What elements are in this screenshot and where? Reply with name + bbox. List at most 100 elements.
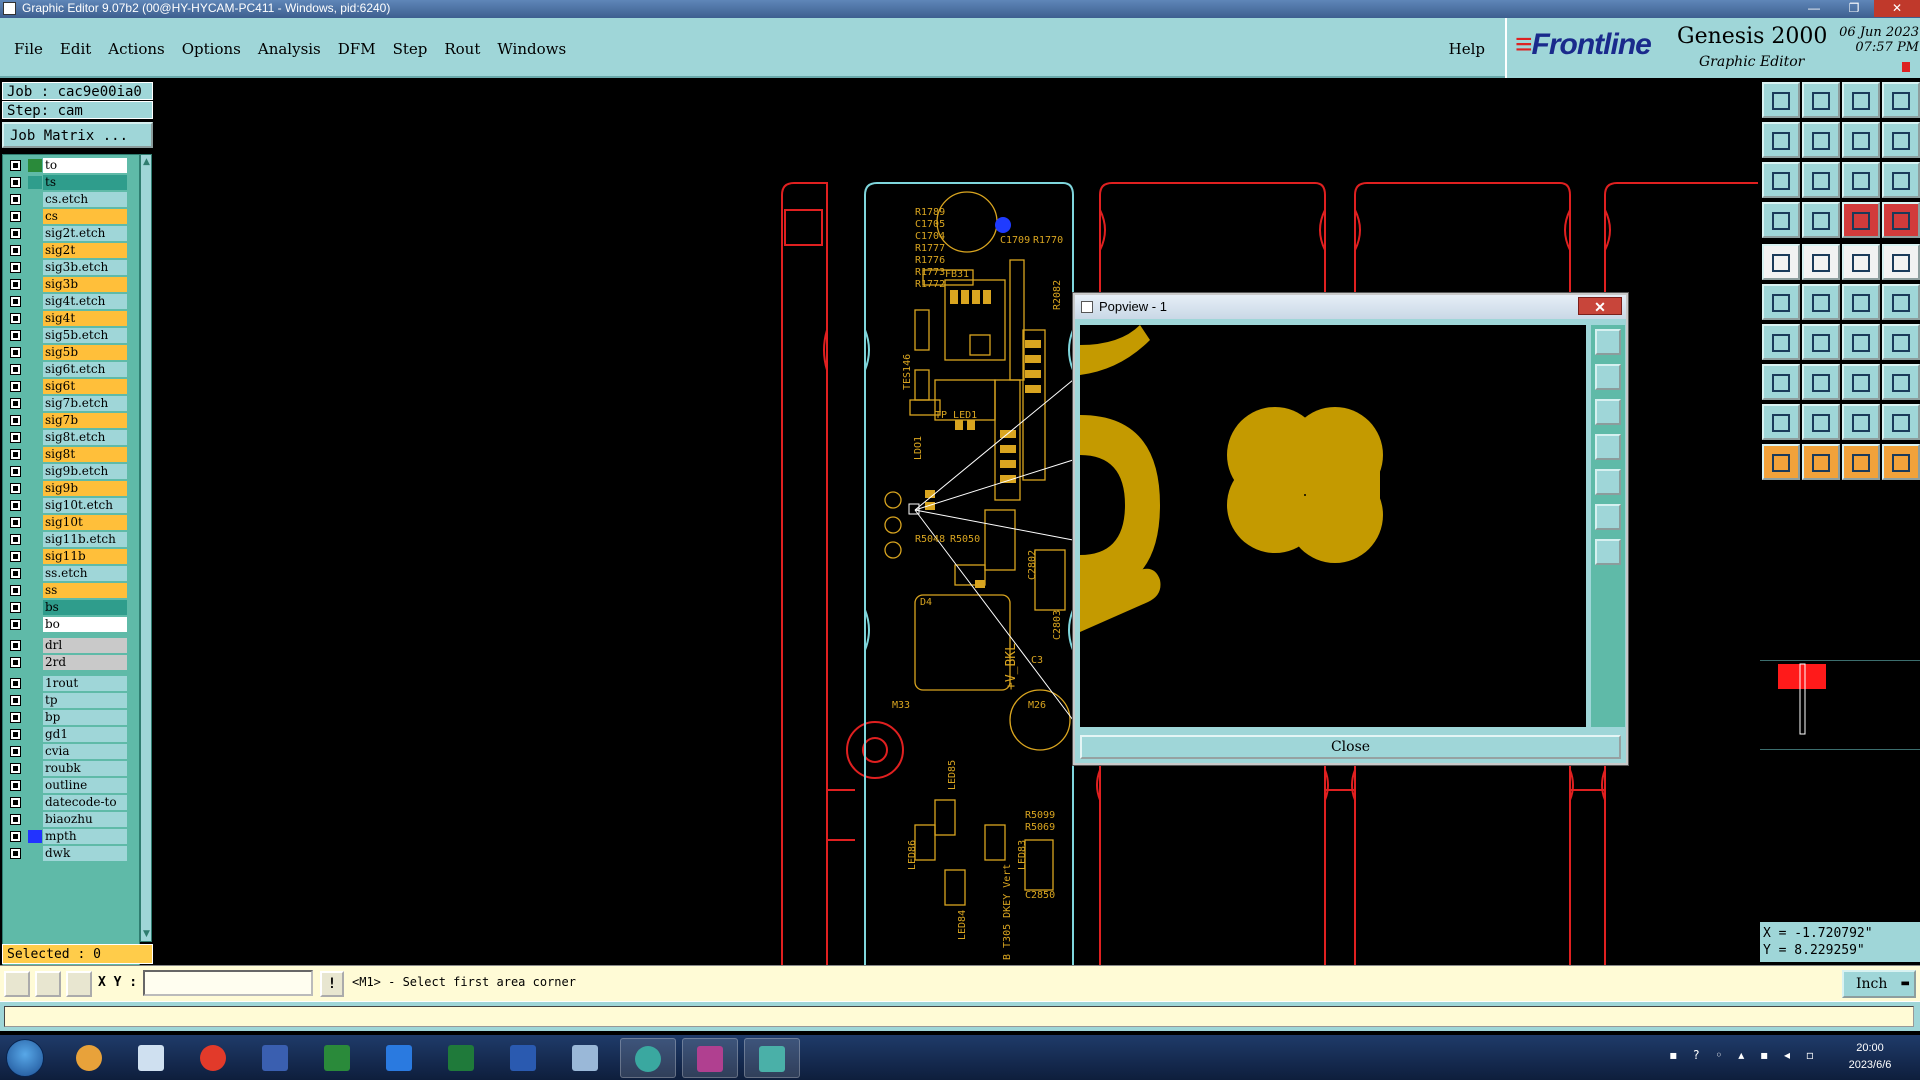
layer-name[interactable]: bo	[43, 617, 127, 632]
layer-name[interactable]: 2rd	[43, 655, 127, 670]
taskbar-clock[interactable]: 20:00 2023/6/6	[1830, 1040, 1910, 1074]
taskbar-app-4-icon[interactable]	[248, 1038, 304, 1078]
layer-checkbox[interactable]	[10, 568, 21, 579]
feature-icon[interactable]	[1762, 244, 1800, 280]
layer-name[interactable]: sig6t.etch	[43, 362, 127, 377]
taskbar-app-2-icon[interactable]	[124, 1038, 180, 1078]
popview-tool-5-icon[interactable]	[1595, 469, 1621, 495]
taskbar-genesis-icon[interactable]	[682, 1038, 738, 1078]
net-icon[interactable]	[1762, 364, 1800, 400]
layer-row[interactable]: sig8t.etch	[3, 429, 139, 446]
layer-checkbox[interactable]	[10, 160, 21, 171]
info-button[interactable]: !	[320, 971, 344, 997]
slash-icon[interactable]	[1802, 324, 1840, 360]
overview-map[interactable]	[1760, 660, 1920, 750]
layer-row[interactable]: sig7b.etch	[3, 395, 139, 412]
layer-top-icon[interactable]	[1842, 202, 1880, 238]
taskbar-app-6-icon[interactable]	[372, 1038, 428, 1078]
layer-checkbox[interactable]	[10, 313, 21, 324]
layer-row[interactable]: to	[3, 157, 139, 174]
help-icon[interactable]	[1882, 162, 1920, 198]
popview-titlebar[interactable]: Popview - 1	[1075, 295, 1626, 319]
scroll-down-icon[interactable]: ▼	[142, 929, 151, 939]
layer-checkbox[interactable]	[10, 415, 21, 426]
layer-checkbox[interactable]	[10, 347, 21, 358]
layer-name[interactable]: sig10t.etch	[43, 498, 127, 513]
layer-checkbox[interactable]	[10, 296, 21, 307]
layer-name[interactable]: roubk	[43, 761, 127, 776]
layer-row[interactable]: sig5b	[3, 344, 139, 361]
popview-tool-4-icon[interactable]	[1595, 434, 1621, 460]
layer-row[interactable]: sig11b.etch	[3, 531, 139, 548]
connect-icon[interactable]	[1762, 284, 1800, 320]
layer-row[interactable]: sig11b	[3, 548, 139, 565]
layer-name[interactable]: sig9b.etch	[43, 464, 127, 479]
layer-row[interactable]: cs	[3, 208, 139, 225]
layer-checkbox[interactable]	[10, 177, 21, 188]
layer-name[interactable]: bs	[43, 600, 127, 615]
layer-checkbox[interactable]	[10, 517, 21, 528]
layer-row[interactable]: sig5b.etch	[3, 327, 139, 344]
popview-canvas[interactable]	[1080, 325, 1586, 727]
layer-list-scrollbar[interactable]: ▲ ▼	[140, 154, 152, 942]
home-icon[interactable]	[1842, 82, 1880, 118]
next-icon[interactable]	[1802, 122, 1840, 158]
layer-row[interactable]: gd1	[3, 726, 139, 743]
save-icon[interactable]	[1802, 82, 1840, 118]
taskbar-excel-icon[interactable]	[434, 1038, 490, 1078]
triangle-icon[interactable]	[1762, 404, 1800, 440]
popview-tool-2-icon[interactable]	[1595, 364, 1621, 390]
layer-checkbox[interactable]	[10, 364, 21, 375]
menu-actions[interactable]: Actions	[108, 40, 164, 58]
pad-icon[interactable]	[1882, 244, 1920, 280]
measure-icon[interactable]	[1842, 364, 1880, 400]
start-button-icon[interactable]	[6, 1039, 44, 1077]
layer-checkbox[interactable]	[10, 763, 21, 774]
move-icon[interactable]	[1842, 284, 1880, 320]
layer-checkbox[interactable]	[10, 398, 21, 409]
minimize-icon[interactable]: —	[1794, 0, 1834, 17]
copy-icon[interactable]	[1882, 364, 1920, 400]
menu-options[interactable]: Options	[182, 40, 241, 58]
close-icon[interactable]: ✕	[1874, 0, 1920, 17]
layer-row[interactable]: outline	[3, 777, 139, 794]
zoom-home-icon[interactable]	[1802, 162, 1840, 198]
redo-icon[interactable]	[1882, 122, 1920, 158]
menu-help[interactable]: Help	[1449, 40, 1485, 58]
measure-mode-icon[interactable]	[35, 971, 61, 997]
layer-row[interactable]: sig9b	[3, 480, 139, 497]
taskbar-app-9-icon[interactable]	[558, 1038, 614, 1078]
layer-row[interactable]: sig2t.etch	[3, 225, 139, 242]
select-icon[interactable]	[1802, 244, 1840, 280]
layer-checkbox[interactable]	[10, 712, 21, 723]
layer-checkbox[interactable]	[10, 678, 21, 689]
layer-name[interactable]: ss	[43, 583, 127, 598]
unit-select[interactable]: Inch ▬	[1842, 970, 1916, 998]
layer-row[interactable]: dwk	[3, 845, 139, 862]
layer-checkbox[interactable]	[10, 245, 21, 256]
popview-tool-3-icon[interactable]	[1595, 399, 1621, 425]
layer-checkbox[interactable]	[10, 619, 21, 630]
layer-name[interactable]: sig4t	[43, 311, 127, 326]
layer-checkbox[interactable]	[10, 279, 21, 290]
split-icon[interactable]	[1882, 324, 1920, 360]
layer-name[interactable]: sig2t	[43, 243, 127, 258]
layer-name[interactable]: sig3b.etch	[43, 260, 127, 275]
layer-name[interactable]: sig8t.etch	[43, 430, 127, 445]
layer-row[interactable]: ts	[3, 174, 139, 191]
layer-checkbox[interactable]	[10, 746, 21, 757]
layer-checkbox[interactable]	[10, 551, 21, 562]
open-icon[interactable]	[1762, 82, 1800, 118]
panel-icon[interactable]	[1882, 82, 1920, 118]
layer-name[interactable]: sig2t.etch	[43, 226, 127, 241]
popview-close-button[interactable]: Close	[1080, 735, 1621, 759]
taskbar-app-5-icon[interactable]	[310, 1038, 366, 1078]
layer-name[interactable]: biaozhu	[43, 812, 127, 827]
layer-checkbox[interactable]	[10, 500, 21, 511]
layer-row[interactable]: bp	[3, 709, 139, 726]
taskbar-app-1-icon[interactable]	[62, 1038, 118, 1078]
layer-name[interactable]: dwk	[43, 846, 127, 861]
layer-bottom-icon[interactable]	[1882, 202, 1920, 238]
layer-name[interactable]: bp	[43, 710, 127, 725]
menu-rout[interactable]: Rout	[444, 40, 480, 58]
